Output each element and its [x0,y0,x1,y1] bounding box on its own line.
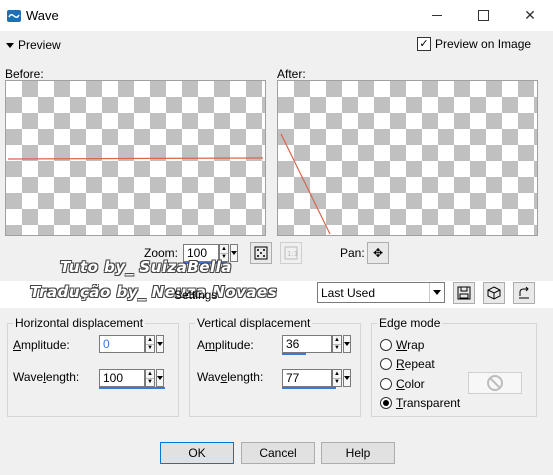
dropdown-arrow-icon [344,376,350,380]
h-wavelength-slider-indicator [99,387,165,389]
zoom-actual-button[interactable]: 1:1 [280,242,302,264]
dropdown-arrow-icon [429,283,444,302]
edge-mode-transparent-radio[interactable]: Transparent [380,396,460,410]
after-preview[interactable] [277,80,538,236]
v-amplitude-label: Amplitude: [197,338,254,352]
settings-label: Settings [174,288,218,302]
spin-down-icon: ▼ [333,343,341,352]
v-wavelength-dropdown[interactable] [343,369,351,387]
minimize-icon [432,15,442,16]
before-label: Before: [5,67,44,81]
radio-button [380,358,392,370]
spin-down-icon: ▼ [146,343,154,352]
close-icon: ✕ [524,7,536,23]
svg-text:1:1: 1:1 [287,250,298,258]
v-wavelength-label: Wavelength: [197,370,264,384]
close-button[interactable]: ✕ [507,0,553,31]
watermark-line-1: Tuto by_ SuizaBella [60,258,232,276]
reset-preset-button[interactable] [483,282,505,304]
zoom-fit-icon [254,246,268,260]
preview-toggle-label: Preview [18,38,61,52]
dropdown-arrow-icon [157,376,163,380]
spin-up-icon: ▲ [147,370,153,377]
h-wavelength-input[interactable]: 100 [99,369,145,387]
v-wavelength-control: 77 ▲ ▼ [282,369,351,387]
h-amplitude-label: Amplitude: [13,338,70,352]
watermark-line-2: Tradução by_ Neuza Novaes [30,283,278,301]
vertical-displacement-title: Vertical displacement [195,316,313,330]
v-amplitude-slider-indicator [282,353,306,355]
radio-button [380,378,392,390]
edge-mode-transparent-label: Transparent [396,396,461,410]
no-color-icon [487,375,503,391]
h-wavelength-spinner[interactable]: ▲ ▼ [145,369,155,387]
before-preview[interactable] [5,80,266,236]
cancel-button[interactable]: Cancel [241,442,315,464]
dropdown-arrow-icon [157,342,163,346]
preview-on-image-checkbox[interactable]: ✓ Preview on Image [417,37,531,51]
save-preset-icon [457,286,471,300]
radio-button-selected [380,397,392,409]
edge-mode-repeat-radio[interactable]: Repeat [380,357,435,371]
spin-down-icon: ▼ [146,377,154,386]
h-amplitude-control: 0 ▲ ▼ [99,335,164,353]
spin-up-icon: ▲ [334,336,340,343]
v-amplitude-spinner[interactable]: ▲ ▼ [332,335,342,353]
after-label: After: [277,67,306,81]
h-wavelength-control: 100 ▲ ▼ [99,369,164,387]
h-amplitude-spinner[interactable]: ▲ ▼ [145,335,155,353]
minimize-button[interactable] [414,0,460,31]
radio-button [380,339,392,351]
edge-mode-wrap-radio[interactable]: Wrap [380,338,424,352]
help-button[interactable]: Help [321,442,395,464]
preview-toggle[interactable]: Preview [6,38,61,52]
copy-preset-button[interactable] [513,282,535,304]
edge-mode-repeat-label: Repeat [396,357,435,371]
edge-mode-title: Edge mode [377,316,443,330]
v-amplitude-dropdown[interactable] [343,335,351,353]
h-amplitude-dropdown[interactable] [156,335,164,353]
zoom-fit-button[interactable] [250,242,272,264]
collapse-triangle-icon [6,42,14,48]
pan-button[interactable]: ✥ [367,242,389,264]
spin-up-icon: ▲ [147,336,153,343]
ok-button[interactable]: OK [160,442,234,464]
spin-up-icon: ▲ [221,245,227,252]
v-amplitude-input[interactable]: 36 [282,335,332,353]
before-line [7,157,264,160]
v-wavelength-slider-indicator [282,387,336,389]
edge-color-swatch[interactable] [468,372,522,394]
maximize-button[interactable] [460,0,506,31]
settings-selected-value: Last Used [321,285,376,300]
h-wavelength-label: Wavelength: [13,370,80,384]
dropdown-arrow-icon [344,342,350,346]
zoom-actual-icon: 1:1 [284,246,298,260]
pan-move-icon: ✥ [372,246,384,260]
v-amplitude-control: 36 ▲ ▼ [282,335,351,353]
maximize-icon [477,10,489,21]
edge-mode-wrap-label: Wrap [396,338,425,352]
v-wavelength-spinner[interactable]: ▲ ▼ [332,369,342,387]
after-line [280,133,331,235]
reset-preset-icon [487,286,501,300]
edge-mode-color-label: Color [396,377,425,391]
edge-mode-color-radio[interactable]: Color [380,377,425,391]
wave-app-icon [7,10,21,22]
horizontal-displacement-title: Horizontal displacement [13,316,146,330]
save-preset-button[interactable] [453,282,475,304]
checkbox-check-icon: ✓ [417,37,431,51]
copy-preset-icon [519,286,529,299]
h-wavelength-dropdown[interactable] [156,369,164,387]
spin-down-icon: ▼ [333,377,341,386]
window-title: Wave [26,8,59,23]
spin-up-icon: ▲ [334,370,340,377]
settings-select[interactable]: Last Used [317,282,445,303]
pan-label: Pan: [340,246,365,260]
dropdown-arrow-icon [231,251,237,255]
v-wavelength-input[interactable]: 77 [282,369,332,387]
h-amplitude-input[interactable]: 0 [99,335,145,353]
preview-on-image-label: Preview on Image [435,37,532,51]
